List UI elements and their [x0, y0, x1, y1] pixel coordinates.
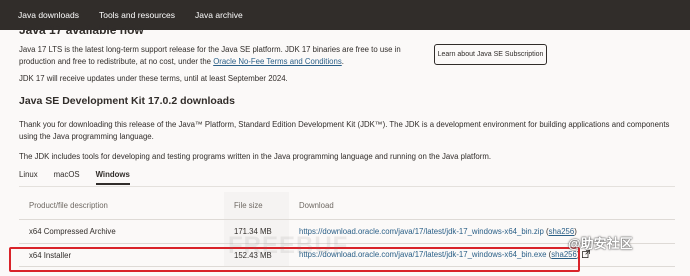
java-se-subscription-button[interactable]: Learn about Java SE Subscription [434, 44, 547, 65]
os-tabs: Linux macOS Windows [19, 170, 130, 185]
jdk-updates-text: JDK 17 will receive updates under these … [19, 74, 288, 83]
zip-sha256-link[interactable]: sha256 [549, 227, 575, 236]
nav-item-java-archive[interactable]: Java archive [195, 10, 243, 20]
external-link-icon[interactable] [582, 250, 591, 260]
column-header-size: File size [224, 192, 289, 220]
download-cell: https://download.oracle.com/java/17/late… [289, 243, 675, 267]
exe-sha256-link[interactable]: sha256 [551, 250, 577, 259]
checksum-close: ) [574, 227, 577, 236]
product-cell: x64 Compressed Archive [19, 219, 224, 244]
column-header-product: Product/file description [19, 192, 224, 220]
column-header-download: Download [289, 192, 675, 220]
download-cell: https://download.oracle.com/java/17/late… [289, 219, 675, 244]
intro-text-end: . [341, 57, 344, 66]
tabs-divider [19, 186, 675, 187]
nav-item-java-downloads[interactable]: Java downloads [18, 10, 79, 20]
table-header-row: Product/file description File size Downl… [19, 192, 675, 220]
downloads-heading: Java SE Development Kit 17.0.2 downloads [19, 95, 235, 107]
table-row: x64 Compressed Archive 171.34 MB https:/… [19, 219, 675, 244]
tab-windows[interactable]: Windows [95, 170, 130, 185]
checksum-close: ) [576, 250, 580, 260]
jdk-tools-text: The JDK includes tools for developing an… [19, 152, 491, 161]
java-17-heading: Java 17 available now [19, 23, 144, 37]
file-size-cell: 171.34 MB [224, 219, 289, 244]
thank-you-text: Thank you for downloading this release o… [19, 120, 670, 141]
table-row: x64 Installer 152.43 MB https://download… [19, 243, 675, 267]
downloads-table: Product/file description File size Downl… [19, 192, 675, 267]
file-size-cell: 152.43 MB [224, 243, 289, 267]
tab-macos[interactable]: macOS [54, 170, 80, 185]
exe-download-link[interactable]: https://download.oracle.com/java/17/late… [299, 250, 546, 259]
intro-paragraph: Java 17 LTS is the latest long-term supp… [19, 44, 409, 68]
product-cell: x64 Installer [19, 243, 224, 267]
nav-item-tools-and-resources[interactable]: Tools and resources [99, 10, 175, 20]
no-fee-terms-link[interactable]: Oracle No-Fee Terms and Conditions [213, 57, 342, 66]
zip-download-link[interactable]: https://download.oracle.com/java/17/late… [299, 227, 544, 236]
tab-linux[interactable]: Linux [19, 170, 38, 185]
